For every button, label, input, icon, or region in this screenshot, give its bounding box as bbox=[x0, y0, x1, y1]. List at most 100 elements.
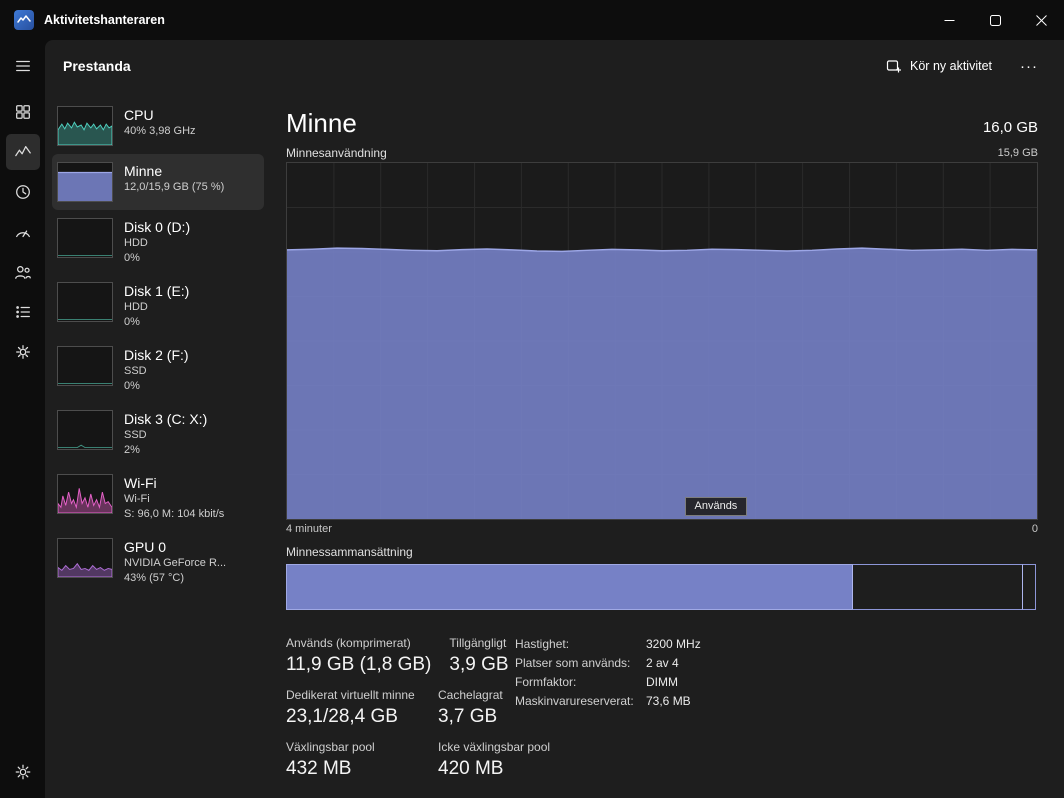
minimize-button[interactable] bbox=[926, 0, 972, 40]
perf-item-stat: 12,0/15,9 GB (75 %) bbox=[124, 181, 225, 193]
usage-chart-label: Minnesanvändning bbox=[286, 146, 387, 160]
maximize-button[interactable] bbox=[972, 0, 1018, 40]
composition-segment-free[interactable] bbox=[1022, 564, 1036, 610]
stat-label: Dedikerat virtuellt minne bbox=[286, 688, 415, 702]
cpu-sparkline bbox=[57, 106, 113, 146]
performance-metric-list: CPU 40% 3,98 GHz Minne 12,0/15,9 GB (75 … bbox=[45, 92, 271, 798]
stat-value-nonpaged-pool: 420 MB bbox=[438, 758, 504, 779]
detail-value-hw-reserved: 73,6 MB bbox=[646, 694, 691, 708]
detail-value-form-factor: DIMM bbox=[646, 675, 678, 689]
ellipsis-icon: ··· bbox=[1020, 57, 1038, 75]
disk2-sparkline bbox=[57, 346, 113, 386]
perf-item-stat: 0% bbox=[124, 316, 140, 328]
detail-label-form-factor: Formfaktor: bbox=[515, 675, 577, 689]
perf-item-stat: 40% 3,98 GHz bbox=[124, 125, 196, 137]
memory-stats: Används (komprimerat) 11,9 GB (1,8 GB) T… bbox=[286, 636, 1038, 798]
perf-item-stat: 0% bbox=[124, 252, 140, 264]
perf-item-type: NVIDIA GeForce R... bbox=[124, 557, 227, 569]
stat-value-available: 3,9 GB bbox=[449, 654, 509, 675]
gpu-sparkline bbox=[57, 538, 113, 578]
navigation-rail bbox=[0, 40, 45, 798]
x-axis-left-label: 4 minuter bbox=[286, 523, 332, 535]
perf-item-disk2[interactable]: Disk 2 (F:) SSD 0% bbox=[52, 338, 264, 402]
stat-value-paged-pool: 432 MB bbox=[286, 758, 352, 779]
processes-icon bbox=[15, 105, 30, 119]
run-new-task-icon bbox=[886, 60, 902, 73]
nav-performance[interactable] bbox=[5, 134, 40, 170]
hamburger-icon bbox=[15, 60, 30, 72]
stat-label: Cachelagrat bbox=[438, 688, 503, 702]
menu-toggle-button[interactable] bbox=[6, 48, 40, 84]
perf-item-name: Disk 1 (E:) bbox=[124, 283, 190, 299]
nav-settings[interactable] bbox=[6, 754, 40, 790]
detail-label-slots: Platser som används: bbox=[515, 656, 631, 670]
disk3-sparkline bbox=[57, 410, 113, 450]
more-options-button[interactable]: ··· bbox=[1010, 52, 1048, 81]
perf-item-type: SSD bbox=[124, 429, 147, 441]
composition-segment-in-use[interactable] bbox=[286, 564, 853, 610]
nav-users[interactable] bbox=[6, 254, 40, 290]
performance-page: Prestanda Kör ny aktivitet ··· CPU 40% 3… bbox=[45, 40, 1064, 798]
perf-item-name: Disk 3 (C: X:) bbox=[124, 411, 208, 427]
perf-item-stat: 0% bbox=[124, 380, 140, 392]
perf-item-type: HDD bbox=[124, 301, 148, 313]
stat-label: Icke växlingsbar pool bbox=[438, 740, 551, 754]
stat-value-cached: 3,7 GB bbox=[438, 706, 498, 727]
memory-usage-chart[interactable]: Används bbox=[286, 162, 1038, 520]
perf-item-disk0[interactable]: Disk 0 (D:) HDD 0% bbox=[52, 210, 264, 274]
perf-item-type: Wi-Fi bbox=[124, 493, 150, 505]
perf-item-name: Disk 0 (D:) bbox=[124, 219, 191, 235]
nav-startup-apps[interactable] bbox=[6, 214, 40, 250]
run-new-task-label: Kör ny aktivitet bbox=[910, 59, 992, 73]
composition-segment-standby[interactable] bbox=[852, 564, 1024, 610]
run-new-task-button[interactable]: Kör ny aktivitet bbox=[876, 51, 1002, 81]
app-history-icon bbox=[15, 185, 30, 199]
x-axis-right-label: 0 bbox=[1031, 523, 1038, 535]
nav-details[interactable] bbox=[6, 294, 40, 330]
usage-chart-max: 15,9 GB bbox=[997, 147, 1038, 159]
memory-detail-panel: Minne 16,0 GB Minnesanvändning 15,9 GB A… bbox=[271, 92, 1064, 798]
perf-item-name: Minne bbox=[124, 163, 163, 179]
perf-item-name: CPU bbox=[124, 107, 154, 123]
close-button[interactable] bbox=[1018, 0, 1064, 40]
perf-item-gpu[interactable]: GPU 0 NVIDIA GeForce R... 43% (57 °C) bbox=[52, 530, 264, 594]
perf-item-memory[interactable]: Minne 12,0/15,9 GB (75 %) bbox=[52, 154, 264, 210]
composition-label: Minnessammansättning bbox=[286, 545, 413, 559]
perf-item-disk3[interactable]: Disk 3 (C: X:) SSD 2% bbox=[52, 402, 264, 466]
detail-label-speed: Hastighet: bbox=[515, 637, 570, 651]
nav-processes[interactable] bbox=[6, 94, 40, 130]
nav-app-history[interactable] bbox=[6, 174, 40, 210]
settings-gear-icon bbox=[15, 764, 30, 780]
perf-item-name: Wi-Fi bbox=[124, 475, 157, 491]
disk0-sparkline bbox=[57, 218, 113, 258]
services-icon bbox=[15, 345, 30, 359]
startup-apps-icon bbox=[15, 230, 30, 238]
stat-label: Växlingsbar pool bbox=[286, 740, 375, 754]
perf-item-type: SSD bbox=[124, 365, 147, 377]
maximize-icon bbox=[989, 14, 1001, 26]
detail-value-slots: 2 av 4 bbox=[646, 656, 679, 670]
perf-item-disk1[interactable]: Disk 1 (E:) HDD 0% bbox=[52, 274, 264, 338]
stat-value-in-use: 11,9 GB (1,8 GB) bbox=[286, 654, 432, 675]
nav-services[interactable] bbox=[6, 334, 40, 370]
wifi-sparkline bbox=[57, 474, 113, 514]
performance-icon bbox=[14, 145, 31, 157]
perf-item-wifi[interactable]: Wi-Fi Wi-Fi S: 96,0 M: 104 kbit/s bbox=[52, 466, 264, 530]
details-icon bbox=[15, 306, 30, 318]
minimize-icon bbox=[944, 19, 954, 21]
hardware-details: Hastighet: 3200 MHz Platser som används:… bbox=[515, 637, 701, 708]
perf-item-stat: S: 96,0 M: 104 kbit/s bbox=[124, 508, 225, 520]
memory-sparkline bbox=[57, 162, 113, 202]
page-header: Prestanda Kör ny aktivitet ··· bbox=[45, 40, 1064, 92]
stat-label: Används (komprimerat) bbox=[286, 636, 411, 650]
perf-item-name: Disk 2 (F:) bbox=[124, 347, 189, 363]
detail-label-hw-reserved: Maskinvarureserverat: bbox=[515, 694, 634, 708]
stat-value-committed: 23,1/28,4 GB bbox=[286, 706, 398, 727]
app-icon bbox=[14, 10, 34, 30]
close-icon bbox=[1035, 14, 1047, 26]
memory-capacity: 16,0 GB bbox=[982, 119, 1038, 136]
memory-composition-bar[interactable] bbox=[286, 564, 1038, 610]
stat-label: Tillgängligt bbox=[449, 636, 507, 650]
page-title: Prestanda bbox=[63, 58, 131, 74]
perf-item-cpu[interactable]: CPU 40% 3,98 GHz bbox=[52, 98, 264, 154]
